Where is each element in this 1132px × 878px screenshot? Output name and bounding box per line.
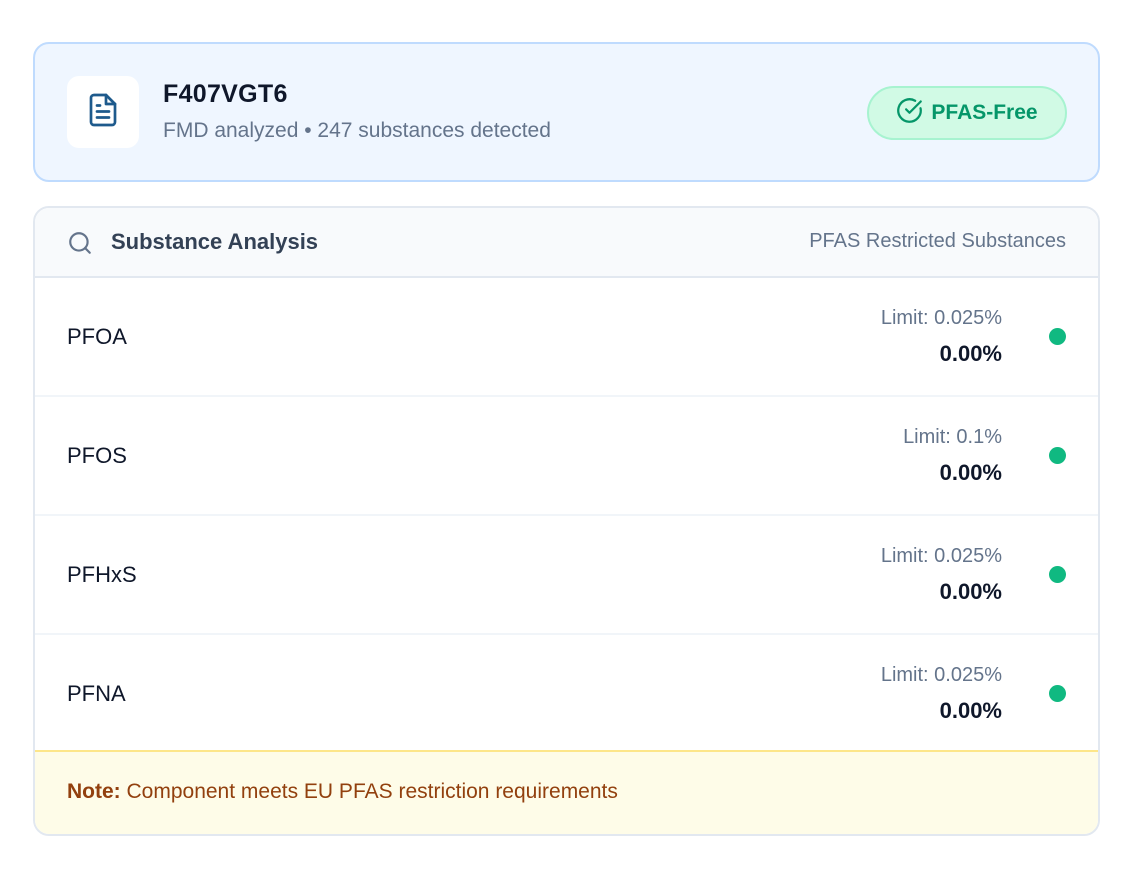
substance-limit: Limit: 0.025% (880, 545, 1002, 567)
status-dot (1049, 566, 1066, 583)
compliance-note: Note: Component meets EU PFAS restrictio… (35, 750, 1098, 834)
status-dot (1049, 685, 1066, 702)
substance-value: 0.00% (939, 698, 1002, 723)
analysis-summary: FMD analyzed • 247 substances detected (163, 119, 551, 142)
substance-name: PFNA (67, 681, 126, 706)
substance-analysis-card: Substance Analysis PFAS Restricted Subst… (33, 206, 1100, 836)
note-label: Note: (67, 780, 121, 803)
substance-limit: Limit: 0.1% (903, 426, 1002, 448)
part-number: F407VGT6 (163, 80, 288, 108)
analysis-scope: PFAS Restricted Substances (809, 230, 1066, 252)
substance-value: 0.00% (939, 579, 1002, 604)
analysis-title: Substance Analysis (111, 229, 319, 254)
document-tile (67, 76, 139, 148)
substance-limit: Limit: 0.025% (880, 307, 1002, 329)
substance-name: PFOA (67, 324, 127, 349)
status-dot (1049, 447, 1066, 464)
substance-row-pfoa: PFOA Limit: 0.025% 0.00% (35, 278, 1098, 397)
substance-row-pfna: PFNA Limit: 0.025% 0.00% (35, 635, 1098, 754)
substance-row-pfhxs: PFHxS Limit: 0.025% 0.00% (35, 516, 1098, 635)
substance-name: PFHxS (67, 562, 137, 587)
substance-row-pfos: PFOS Limit: 0.1% 0.00% (35, 397, 1098, 516)
check-circle-icon (896, 97, 923, 129)
pfas-status-badge: PFAS-Free (867, 86, 1067, 140)
substance-name: PFOS (67, 443, 127, 468)
pfas-status-label: PFAS-Free (931, 101, 1038, 124)
analysis-header: Substance Analysis PFAS Restricted Subst… (35, 208, 1098, 278)
search-icon (67, 230, 93, 261)
component-summary-card: F407VGT6 FMD analyzed • 247 substances d… (33, 42, 1100, 182)
substance-value: 0.00% (939, 341, 1002, 366)
substance-limit: Limit: 0.025% (880, 664, 1002, 686)
substance-value: 0.00% (939, 460, 1002, 485)
substance-list: PFOA Limit: 0.025% 0.00% PFOS Limit: 0.1… (35, 278, 1098, 754)
note-text: Component meets EU PFAS restriction requ… (120, 780, 618, 803)
status-dot (1049, 328, 1066, 345)
document-icon (85, 92, 121, 133)
